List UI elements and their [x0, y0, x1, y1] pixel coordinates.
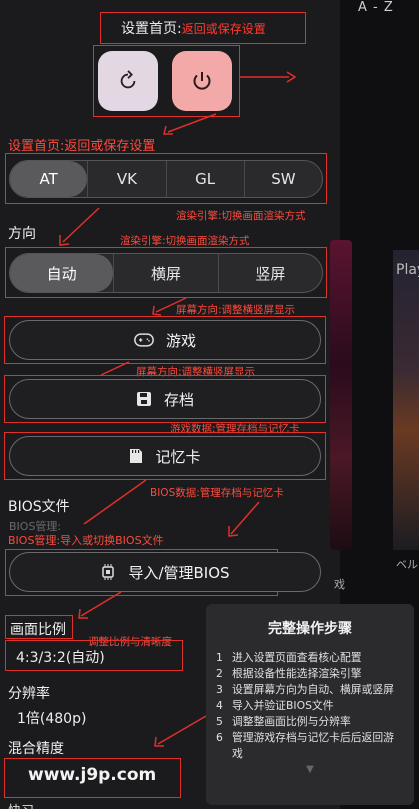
sort-a-z[interactable]: A - Z — [358, 0, 394, 15]
save-button[interactable]: 存档 — [9, 379, 321, 419]
import-bios-button[interactable]: 导入/管理BIOS — [9, 552, 321, 592]
aspect-value[interactable]: 4:3/3:2(自动) — [16, 647, 105, 667]
step-item: 6 管理游戏存档与记忆卡后后返回游戏 — [216, 730, 404, 762]
renderer-segmented: AT VK GL SW — [9, 160, 323, 198]
background-text-play: Play — [396, 262, 419, 278]
step-number: 2 — [216, 667, 223, 680]
save-button-label: 存档 — [163, 390, 194, 409]
refresh-icon — [120, 70, 136, 89]
step-number: 5 — [216, 715, 223, 728]
import-bios-label: 导入/管理BIOS — [128, 563, 230, 582]
title-text: 设置首页: — [121, 21, 182, 37]
renderer-option-at[interactable]: AT — [10, 161, 88, 197]
orientation-option-landscape[interactable]: 横屏 — [113, 254, 217, 292]
step-number: 3 — [216, 683, 223, 696]
orientation-label: 方向 — [8, 226, 36, 242]
aspect-label: 画面比例 — [10, 622, 66, 638]
background-game-cover — [330, 240, 352, 550]
background-text-ji: 戏 — [334, 578, 345, 591]
background-game-cover-2 — [393, 250, 419, 550]
chevron-down-icon: ▼ — [306, 764, 314, 775]
home-note: 设置首页:返回或保存设置 — [8, 135, 155, 154]
renderer-option-sw[interactable]: SW — [243, 161, 322, 197]
bios-label: BIOS文件 — [8, 499, 70, 515]
settings-home-title: 设置首页:返回或保存设置 — [121, 18, 266, 38]
background-text-ba: ベル — [396, 558, 418, 571]
renderer-note-1: 渲染引擎:切换画面渲染方式 — [176, 210, 306, 222]
title-note: 返回或保存设置 — [181, 22, 266, 36]
chip-icon — [102, 564, 115, 580]
renderer-note-2: 渲染引擎:切换画面渲染方式 — [120, 235, 250, 247]
arrow-annotation-icon — [59, 207, 100, 246]
orientation-note-1: 屏幕方向:调整横竖屏显示 — [176, 304, 296, 316]
bios-data-note: BIOS数据:管理存档与记忆卡 — [150, 487, 284, 499]
step-item: 4 导入并验证BIOS文件 — [216, 698, 404, 714]
renderer-option-gl[interactable]: GL — [165, 161, 244, 197]
step-item: 5 调整整画面比例与分辨率 — [216, 714, 404, 730]
power-icon — [193, 72, 211, 90]
power-button[interactable] — [172, 51, 232, 111]
step-item: 3 设置屏幕方向为自动、横屏或竖屏 — [216, 682, 404, 698]
arrow-annotation-icon — [154, 715, 207, 747]
arrow-annotation-icon — [152, 297, 187, 316]
step-number: 6 — [216, 731, 223, 744]
watermark-text: www.j9p.com — [28, 765, 157, 785]
resolution-value[interactable]: 1倍(480p) — [17, 708, 86, 728]
memory-card-icon — [130, 449, 143, 463]
arrow-annotation-icon — [228, 501, 260, 537]
home-note-text: 设置首页:返回或保存设置 — [8, 139, 156, 154]
arrow-annotation-icon — [78, 591, 122, 619]
renderer-option-vk[interactable]: VK — [87, 161, 165, 197]
step-text: 根据设备性能选择渲染引擎 — [232, 667, 362, 680]
gamepad-icon — [134, 333, 154, 347]
orientation-segmented: 自动 横屏 竖屏 — [9, 253, 323, 293]
game-button[interactable]: 游戏 — [9, 320, 321, 360]
orientation-option-portrait[interactable]: 竖屏 — [217, 254, 322, 292]
resolution-label: 分辨率 — [8, 686, 50, 702]
step-item: 2 根据设备性能选择渲染引擎 — [216, 666, 404, 682]
step-text: 调整整画面比例与分辨率 — [232, 715, 351, 728]
steps-card: 完整操作步骤 1 进入设置页面查看核心配置 2 根据设备性能选择渲染引擎 3 设置屏幕… — [206, 604, 414, 805]
bios-manage-note: BIOS管理:导入或切换BIOS文件 — [8, 534, 164, 547]
step-text: 设置屏幕方向为自动、横屏或竖屏 — [232, 683, 394, 696]
arrow-annotation-icon — [163, 113, 217, 135]
floppy-save-icon — [136, 392, 151, 406]
step-text: 导入并验证BIOS文件 — [232, 699, 334, 712]
step-number: 4 — [216, 699, 223, 712]
arrow-annotation-icon — [83, 479, 147, 525]
step-text: 管理游戏存档与记忆卡后后返回游戏 — [232, 731, 394, 760]
arrow-right-icon — [239, 71, 297, 83]
steps-title: 完整操作步骤 — [268, 621, 352, 637]
step-text: 进入设置页面查看核心配置 — [232, 651, 362, 664]
precision-label: 混合精度 — [8, 741, 64, 757]
game-button-label: 游戏 — [165, 331, 196, 350]
step-item: 1 进入设置页面查看核心配置 — [216, 650, 404, 666]
step-number: 1 — [216, 651, 223, 664]
memory-card-label: 记忆卡 — [155, 447, 201, 466]
cutoff-label: 快习 — [8, 800, 34, 809]
memory-card-button[interactable]: 记忆卡 — [9, 436, 321, 476]
reset-button[interactable] — [98, 51, 158, 111]
steps-list: 1 进入设置页面查看核心配置 2 根据设备性能选择渲染引擎 3 设置屏幕方向为自动、横… — [216, 650, 404, 762]
orientation-option-auto[interactable]: 自动 — [10, 254, 114, 292]
